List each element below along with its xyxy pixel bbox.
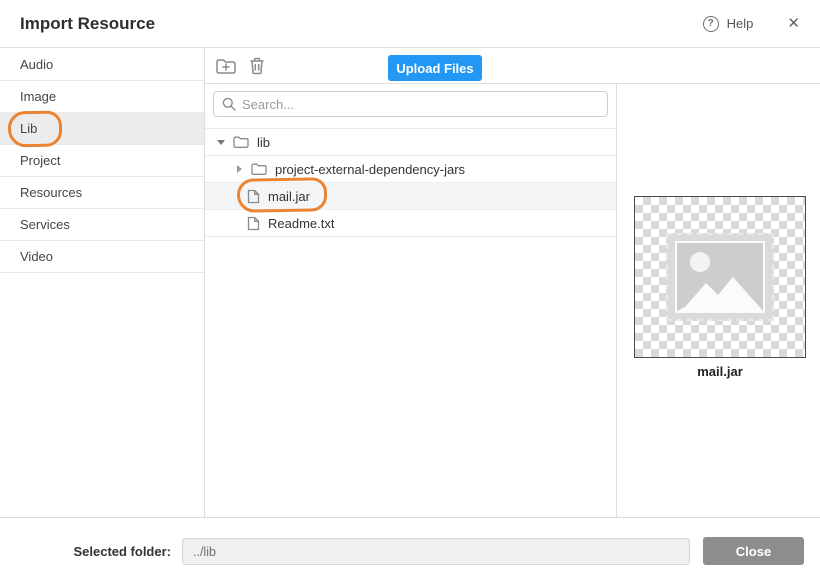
category-sidebar: Audio Image Lib Project Resources Servic… xyxy=(0,49,205,517)
image-placeholder-frame xyxy=(666,233,774,321)
folder-icon xyxy=(233,135,249,149)
file-tree-pane: lib project-external-dependency-jars ma xyxy=(205,84,617,517)
selected-folder-label: Selected folder: xyxy=(0,544,171,559)
search-input[interactable] xyxy=(213,91,608,117)
close-icon[interactable]: ✕ xyxy=(787,16,800,31)
dialog-header: Import Resource ? Help ✕ xyxy=(0,0,820,48)
close-button[interactable]: Close xyxy=(703,537,804,565)
tree-row-label: project-external-dependency-jars xyxy=(275,162,465,177)
tree-row-project-external-dependency-jars[interactable]: project-external-dependency-jars xyxy=(205,156,616,183)
sidebar-item-audio[interactable]: Audio xyxy=(0,49,204,81)
header-actions: ? Help ✕ xyxy=(703,16,800,32)
help-button[interactable]: Help xyxy=(727,16,754,31)
chevron-right-icon[interactable] xyxy=(237,165,242,173)
upload-files-button[interactable]: Upload Files xyxy=(388,55,482,81)
sidebar-item-lib[interactable]: Lib xyxy=(0,113,204,145)
page-title: Import Resource xyxy=(20,14,703,34)
sidebar-item-resources[interactable]: Resources xyxy=(0,177,204,209)
file-icon xyxy=(247,189,260,204)
chevron-down-icon[interactable] xyxy=(217,140,225,145)
sidebar-item-image[interactable]: Image xyxy=(0,81,204,113)
folder-icon xyxy=(251,162,267,176)
preview-pane: mail.jar xyxy=(618,84,820,517)
search-box xyxy=(213,91,608,117)
preview-thumbnail xyxy=(634,196,806,358)
image-placeholder-icon xyxy=(675,241,765,313)
file-icon xyxy=(247,216,260,231)
tree-row-label: mail.jar xyxy=(268,189,310,204)
file-tree: lib project-external-dependency-jars ma xyxy=(205,128,616,237)
question-circle-icon[interactable]: ? xyxy=(703,16,719,32)
sidebar-item-video[interactable]: Video xyxy=(0,241,204,273)
preview-caption: mail.jar xyxy=(634,364,806,379)
sidebar-item-services[interactable]: Services xyxy=(0,209,204,241)
tree-row-lib[interactable]: lib xyxy=(205,129,616,156)
import-resource-dialog: Import Resource ? Help ✕ Audio Image Lib… xyxy=(0,0,820,580)
tree-row-readme-txt[interactable]: Readme.txt xyxy=(205,210,616,237)
sidebar-item-project[interactable]: Project xyxy=(0,145,204,177)
tree-row-label: Readme.txt xyxy=(268,216,334,231)
file-toolbar: Upload Files xyxy=(205,49,820,84)
tree-row-label: lib xyxy=(257,135,270,150)
trash-icon[interactable] xyxy=(247,56,269,76)
tree-row-mail-jar[interactable]: mail.jar xyxy=(205,183,616,210)
selected-folder-input[interactable] xyxy=(182,538,690,565)
new-folder-icon[interactable] xyxy=(215,56,237,76)
